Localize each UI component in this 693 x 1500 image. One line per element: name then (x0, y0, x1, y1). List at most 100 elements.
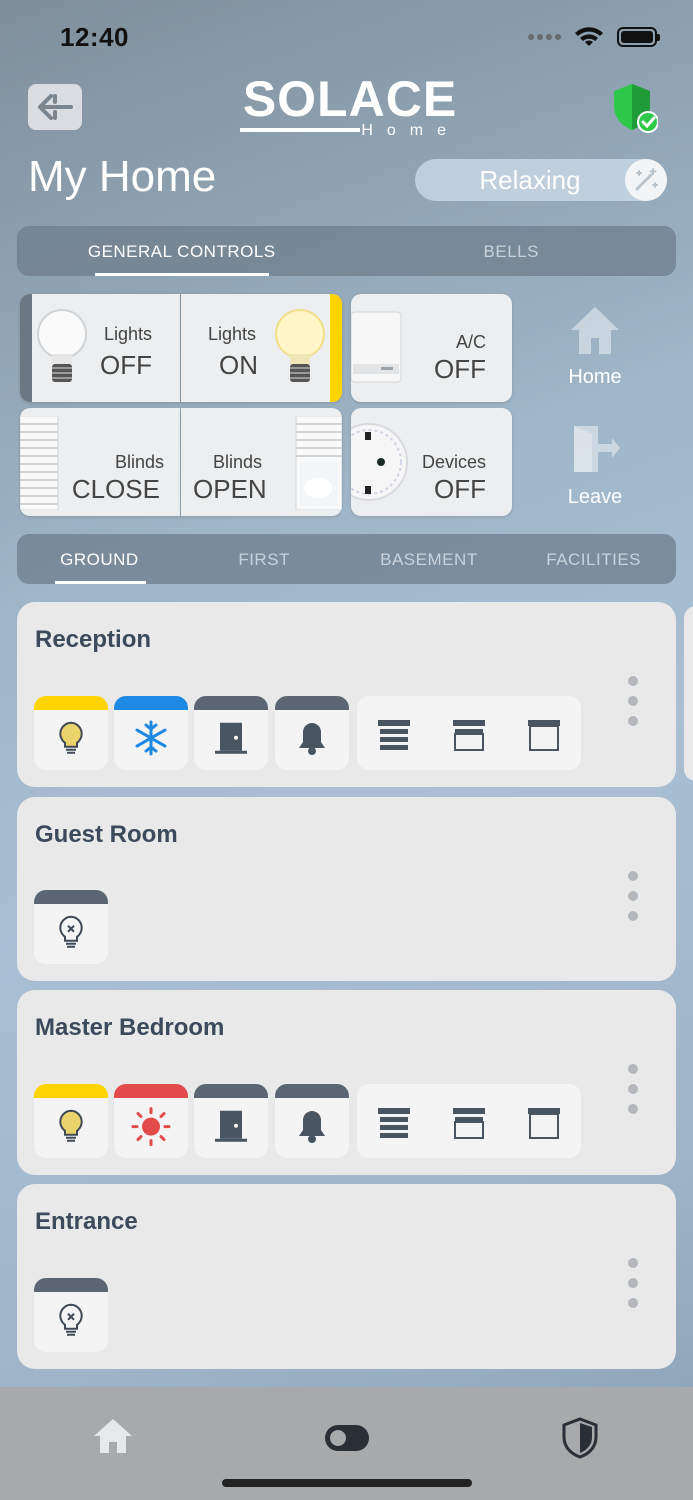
light-toggle[interactable] (34, 1278, 108, 1352)
more-options-icon[interactable] (628, 1258, 638, 1308)
devices-off-button[interactable]: Devices OFF (351, 408, 512, 516)
tab-label: BASEMENT (380, 550, 478, 569)
blinds-open-icon (295, 416, 342, 510)
blinds-close-button[interactable]: Blinds CLOSE (20, 408, 180, 516)
ac-toggle[interactable] (114, 1084, 188, 1158)
logo-text: SOLACE (242, 71, 458, 127)
more-options-icon[interactable] (628, 1064, 638, 1114)
solace-logo: SOLACE Home (240, 74, 460, 140)
room-name: Master Bedroom (35, 1014, 225, 1041)
tab-basement[interactable]: BASEMENT (347, 534, 512, 584)
tile-value: CLOSE (71, 474, 160, 504)
tab-label: FACILITIES (546, 550, 641, 569)
status-icons (528, 26, 660, 48)
ac-toggle[interactable] (114, 696, 188, 770)
tab-ground[interactable]: GROUND (17, 534, 182, 584)
bulb-on-icon (59, 721, 83, 754)
tile-label: Lights (103, 324, 152, 344)
home-icon (571, 307, 619, 354)
tab-label: GROUND (60, 550, 139, 569)
security-shield-check-icon[interactable] (612, 82, 658, 134)
door-icon (215, 722, 247, 754)
tile-label: A/C (455, 332, 486, 352)
bulb-on-icon (59, 1109, 83, 1142)
ac-off-button[interactable]: A/C OFF (351, 294, 512, 402)
tile-value: OPEN (193, 474, 267, 504)
home-action[interactable]: Home (545, 304, 645, 389)
tile-label: Blinds (114, 452, 164, 472)
tile-label: Blinds (213, 452, 263, 472)
active-tab-indicator (95, 273, 269, 276)
tile-value: OFF (434, 474, 486, 504)
bulb-on-icon (275, 309, 325, 382)
lights-off-button[interactable]: Lights OFF (20, 294, 180, 402)
blinds-open-button[interactable]: Blinds OPEN (181, 408, 342, 516)
power-socket-icon (351, 423, 408, 501)
bell-toggle[interactable] (275, 1084, 349, 1158)
bulb-unavailable-icon (59, 1303, 83, 1336)
next-card-peek (684, 606, 693, 781)
ac-unit-icon (351, 311, 402, 383)
wifi-icon (575, 27, 603, 46)
tab-label: BELLS (483, 242, 539, 261)
room-card-master-bedroom[interactable]: Master Bedroom (17, 990, 676, 1175)
bell-icon (299, 1111, 325, 1144)
light-toggle[interactable] (34, 696, 108, 770)
status-time: 12:40 (60, 22, 129, 52)
back-arrow-icon (38, 94, 73, 120)
blinds-closed-icon (20, 416, 59, 510)
toggle-icon[interactable] (325, 1425, 369, 1451)
leave-action-label: Leave (567, 486, 623, 508)
tile-label: Devices (421, 452, 486, 472)
blinds-controls (357, 1084, 581, 1158)
room-card-guest-room[interactable]: Guest Room (17, 797, 676, 981)
blinds-closed-icon[interactable] (378, 720, 410, 752)
more-options-icon[interactable] (628, 676, 638, 726)
bell-icon (299, 723, 325, 756)
blinds-open-icon[interactable] (528, 1108, 560, 1140)
lights-on-button[interactable]: Lights ON (181, 294, 342, 402)
blinds-open-icon[interactable] (528, 720, 560, 752)
room-card-entrance[interactable]: Entrance (17, 1184, 676, 1369)
home-icon[interactable] (92, 1417, 134, 1455)
tab-facilities[interactable]: FACILITIES (511, 534, 676, 584)
main-tabbar: GENERAL CONTROLS BELLS (17, 226, 676, 276)
light-toggle[interactable] (34, 890, 108, 964)
magic-wand-icon[interactable] (625, 159, 667, 201)
tab-first[interactable]: FIRST (182, 534, 347, 584)
tile-label: Lights (208, 324, 257, 344)
scene-label: Relaxing (479, 164, 581, 195)
sun-icon (131, 1107, 171, 1147)
leave-action[interactable]: Leave (545, 422, 645, 509)
bulb-unavailable-icon (59, 915, 83, 948)
tab-bells[interactable]: BELLS (347, 226, 677, 276)
floor-tabbar: GROUND FIRST BASEMENT FACILITIES (17, 534, 676, 584)
room-name: Guest Room (35, 821, 178, 848)
signal-icon (528, 34, 561, 40)
home-action-label: Home (568, 366, 622, 388)
bell-toggle[interactable] (275, 696, 349, 770)
door-icon (215, 1110, 247, 1142)
tab-general-controls[interactable]: GENERAL CONTROLS (17, 226, 347, 276)
bulb-off-icon (37, 309, 87, 382)
page-title: My Home (28, 152, 217, 201)
blinds-half-icon[interactable] (453, 720, 485, 752)
room-card-reception[interactable]: Reception (17, 602, 676, 787)
door-toggle[interactable] (194, 1084, 268, 1158)
back-button[interactable] (28, 84, 82, 130)
blinds-closed-icon[interactable] (378, 1108, 410, 1140)
tile-value: OFF (434, 354, 486, 384)
snowflake-icon (135, 720, 167, 756)
home-indicator (222, 1479, 472, 1487)
active-tab-indicator (55, 581, 146, 584)
tile-value: ON (219, 350, 258, 380)
door-toggle[interactable] (194, 696, 268, 770)
room-name: Reception (35, 626, 152, 653)
light-toggle[interactable] (34, 1084, 108, 1158)
more-options-icon[interactable] (628, 871, 638, 921)
tab-label: FIRST (238, 550, 290, 569)
tab-label: GENERAL CONTROLS (87, 242, 276, 261)
shield-icon[interactable] (562, 1417, 598, 1459)
blinds-half-icon[interactable] (453, 1108, 485, 1140)
scene-selector[interactable]: Relaxing (415, 159, 667, 201)
